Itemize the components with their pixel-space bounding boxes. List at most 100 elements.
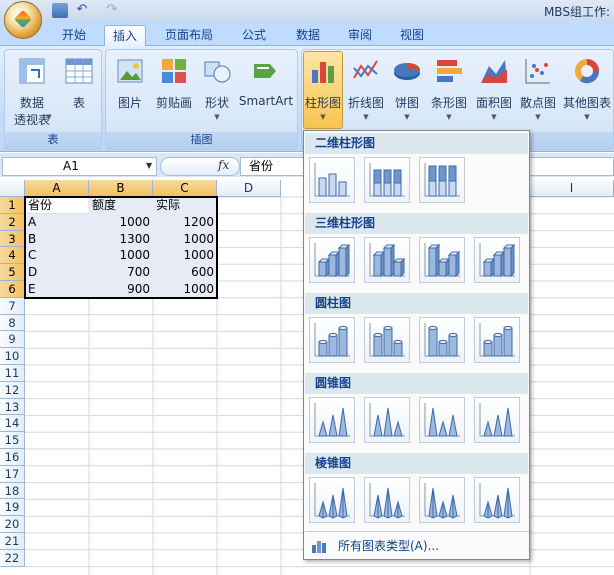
chart-subtype-cone-4[interactable] — [474, 397, 520, 443]
table-cell[interactable]: D — [25, 264, 89, 281]
row-header[interactable]: 10 — [0, 348, 25, 365]
chart-subtype-cyl-4[interactable] — [474, 317, 520, 363]
chart-subtype-cyl-1[interactable] — [309, 317, 355, 363]
pivot-table-button[interactable]: 数据 透视表 ▼ — [9, 52, 55, 132]
tab-formulas[interactable]: 公式 — [236, 25, 272, 46]
insert-function-icon[interactable]: fx — [218, 158, 229, 172]
select-all-corner[interactable] — [0, 180, 25, 197]
row-header[interactable]: 8 — [0, 314, 25, 332]
redo-icon[interactable]: ↷ — [104, 3, 120, 18]
save-icon[interactable] — [52, 3, 68, 18]
column-chart-button[interactable]: 柱形图 ▼ — [303, 51, 343, 129]
chart-subtype-cyl-2[interactable] — [364, 317, 410, 363]
chart-thumbnail-icon — [314, 163, 350, 197]
table-cell[interactable]: 1000 — [153, 231, 217, 248]
chart-subtype-pyr-4[interactable] — [474, 477, 520, 523]
row-header[interactable]: 6 — [0, 281, 25, 298]
area-chart-button[interactable]: 面积图 ▼ — [472, 52, 516, 132]
pie-chart-button[interactable]: 饼图 ▼ — [389, 52, 425, 132]
scatter-chart-button[interactable]: 散点图 ▼ — [516, 52, 560, 132]
row-header[interactable]: 9 — [0, 331, 25, 349]
row-header[interactable]: 2 — [0, 213, 25, 231]
row-header[interactable]: 3 — [0, 230, 25, 248]
chart-subtype-col2d-3[interactable] — [419, 157, 465, 203]
picture-button[interactable]: 图片 — [110, 52, 150, 132]
row-header[interactable]: 15 — [0, 432, 25, 449]
row-header[interactable]: 18 — [0, 482, 25, 500]
row-header[interactable]: 1 — [0, 197, 25, 214]
chart-subtype-col2d-2[interactable] — [364, 157, 410, 203]
table-cell[interactable]: 700 — [89, 264, 153, 281]
all-chart-types-button[interactable]: 所有图表类型(A)... — [305, 535, 525, 557]
column-header-i[interactable]: I — [530, 180, 614, 197]
bar-chart-button[interactable]: 条形图 ▼ — [427, 52, 471, 132]
smartart-button[interactable]: SmartArt — [236, 52, 296, 132]
chevron-down-icon[interactable]: ▼ — [146, 161, 152, 170]
table-cell[interactable]: 600 — [153, 264, 217, 281]
table-cell[interactable]: E — [25, 281, 89, 298]
chart-subtype-col3d-2[interactable] — [364, 237, 410, 283]
row-header[interactable]: 14 — [0, 415, 25, 433]
chart-thumbnail-icon — [424, 243, 461, 278]
tab-page-layout[interactable]: 页面布局 — [158, 25, 220, 46]
line-chart-icon — [353, 60, 378, 79]
row-header[interactable]: 19 — [0, 499, 25, 517]
table-cell[interactable]: 1000 — [153, 281, 217, 298]
cell-b1[interactable]: 额度 — [89, 197, 153, 214]
chart-thumbnail-icon — [369, 243, 406, 278]
undo-icon[interactable]: ↶ — [74, 3, 90, 18]
tab-home[interactable]: 开始 — [52, 25, 96, 46]
chart-subtype-col3d-4[interactable] — [474, 237, 520, 283]
chart-subtype-col2d-1[interactable] — [309, 157, 355, 203]
row-header[interactable]: 11 — [0, 365, 25, 382]
row-header[interactable]: 5 — [0, 264, 25, 281]
chart-subtype-cyl-3[interactable] — [419, 317, 465, 363]
chart-thumbnail-icon — [314, 323, 350, 357]
clipart-button[interactable]: 剪贴画 — [152, 52, 196, 132]
table-cell[interactable]: 1000 — [89, 214, 153, 231]
table-cell[interactable]: 1300 — [89, 231, 153, 248]
shapes-button[interactable]: 形状 ▼ — [198, 52, 236, 132]
row-header[interactable]: 21 — [0, 533, 25, 550]
table-cell[interactable]: 900 — [89, 281, 153, 298]
other-charts-button[interactable]: 其他图表 ▼ — [560, 52, 614, 132]
cell-c1[interactable]: 实际 — [153, 197, 217, 214]
column-header-b[interactable]: B — [89, 180, 153, 197]
tab-data[interactable]: 数据 — [290, 25, 326, 46]
row-header[interactable]: 7 — [0, 297, 25, 315]
chart-subtype-col3d-3[interactable] — [419, 237, 465, 283]
cell-a1[interactable]: 省份 — [25, 197, 89, 214]
table-cell[interactable]: B — [25, 231, 89, 248]
row-header[interactable]: 17 — [0, 465, 25, 483]
table-cell[interactable]: A — [25, 214, 89, 231]
row-header[interactable]: 16 — [0, 449, 25, 466]
chart-subtype-pyr-2[interactable] — [364, 477, 410, 523]
table-cell[interactable]: C — [25, 247, 89, 264]
column-header-a[interactable]: A — [25, 180, 89, 197]
row-header[interactable]: 22 — [0, 549, 25, 567]
tab-view[interactable]: 视图 — [394, 25, 430, 46]
row-header[interactable]: 13 — [0, 398, 25, 416]
chart-subtype-col3d-1[interactable] — [309, 237, 355, 283]
row-header[interactable]: 20 — [0, 516, 25, 533]
chart-subtype-pyr-1[interactable] — [309, 477, 355, 523]
table-button[interactable]: 表 — [59, 52, 99, 132]
table-cell[interactable]: 1000 — [89, 247, 153, 264]
chart-subtype-pyr-3[interactable] — [419, 477, 465, 523]
tab-insert[interactable]: 插入 — [104, 25, 146, 46]
chart-subtype-cone-3[interactable] — [419, 397, 465, 443]
name-box[interactable]: A1 — [2, 157, 157, 176]
chart-subtype-cone-1[interactable] — [309, 397, 355, 443]
pie-chart-icon — [394, 63, 420, 80]
column-header-c[interactable]: C — [153, 180, 217, 197]
line-chart-button[interactable]: 折线图 ▼ — [345, 52, 387, 132]
shapes-icon — [204, 61, 231, 83]
row-header[interactable]: 4 — [0, 247, 25, 265]
chart-subtype-cone-2[interactable] — [364, 397, 410, 443]
table-cell[interactable]: 1000 — [153, 247, 217, 264]
column-header-d[interactable]: D — [217, 180, 281, 197]
table-cell[interactable]: 1200 — [153, 214, 217, 231]
tab-review[interactable]: 审阅 — [342, 25, 378, 46]
row-header[interactable]: 12 — [0, 381, 25, 399]
office-button[interactable] — [4, 1, 42, 39]
